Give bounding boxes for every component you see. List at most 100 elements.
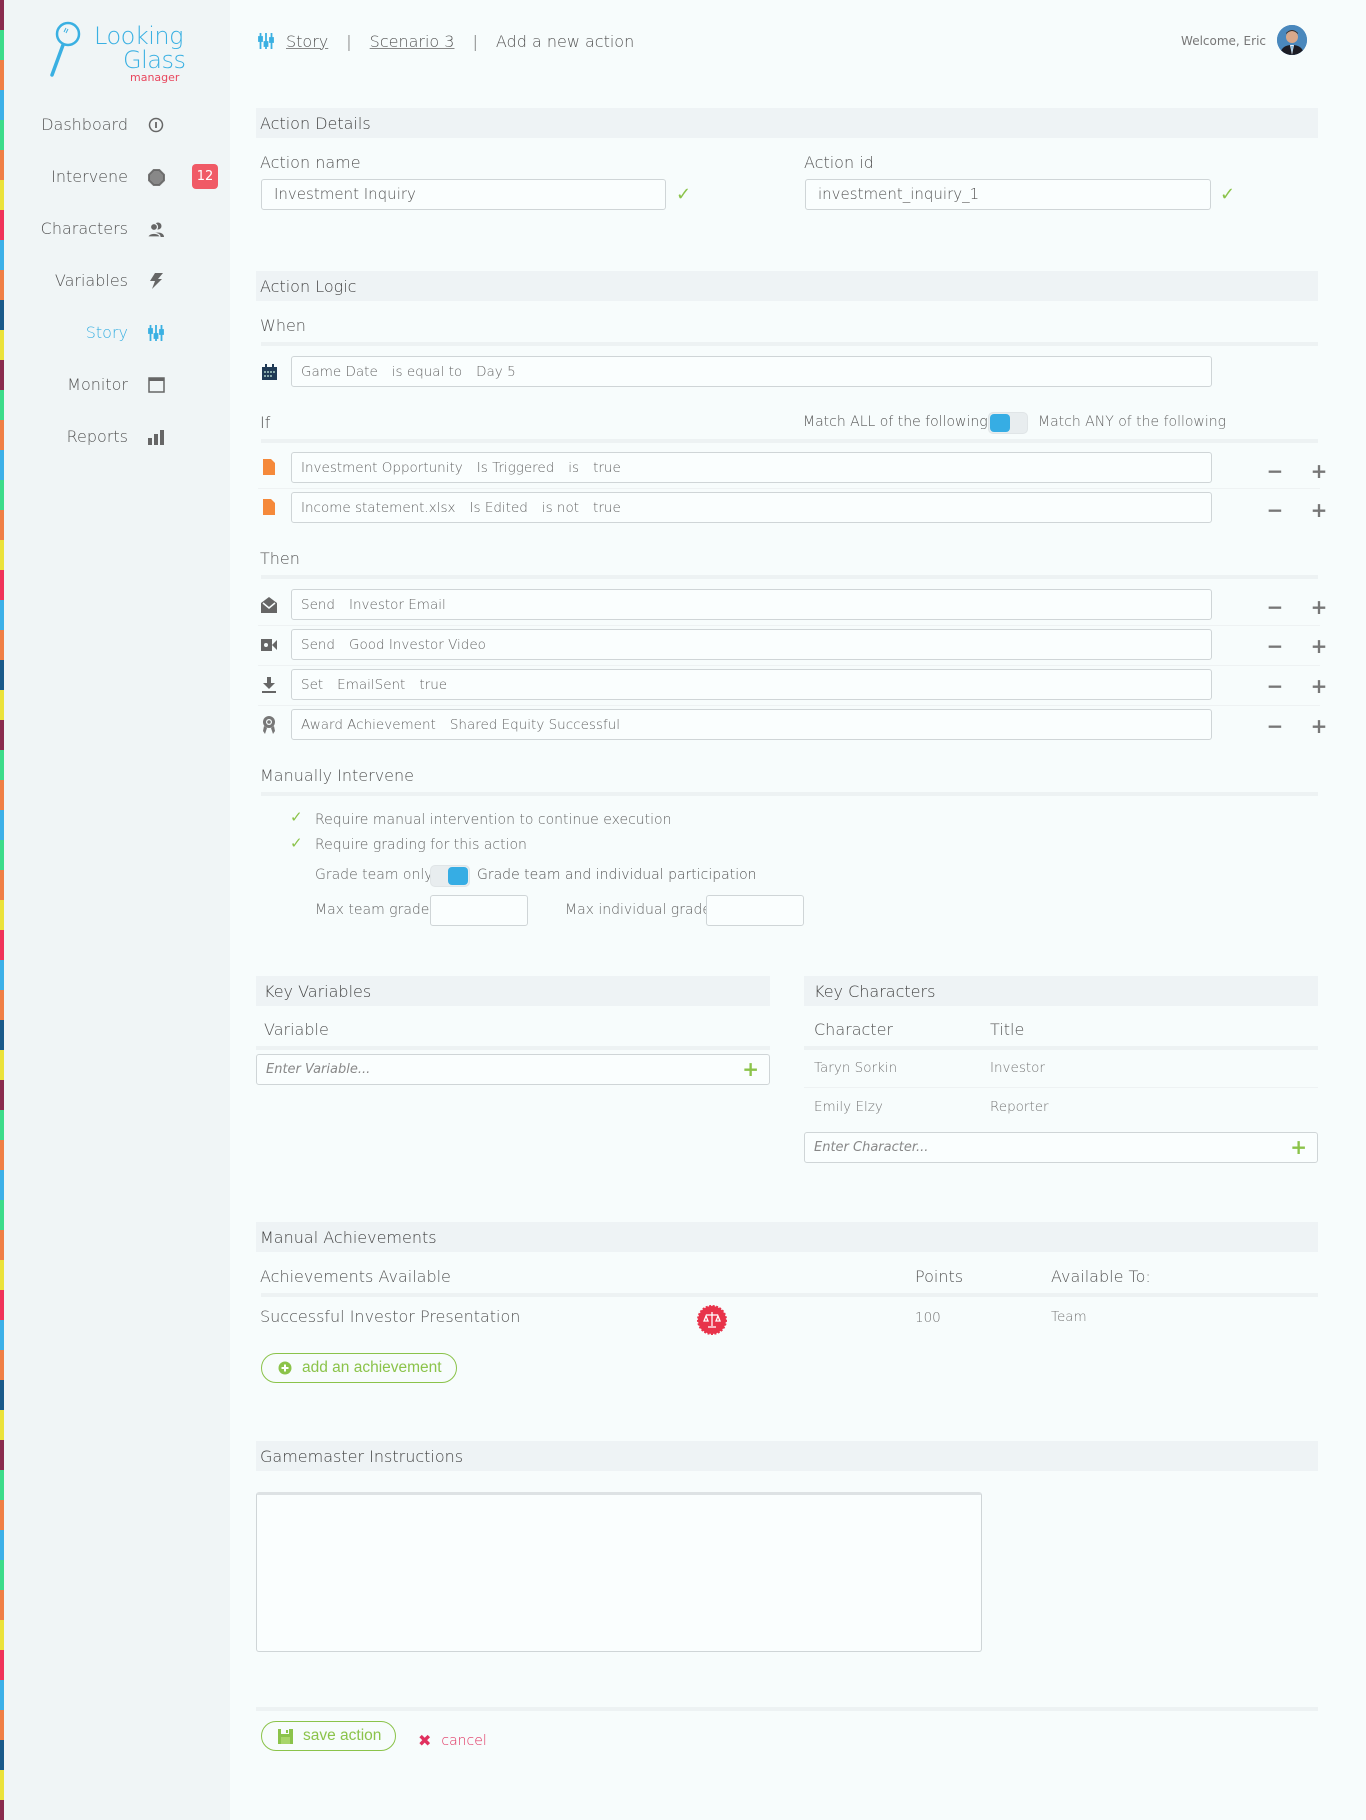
- grade-team-individual-label: Grade team and individual participation: [477, 867, 757, 883]
- max-individual-grade-label: Max individual grade: [565, 902, 712, 918]
- grade-mode-toggle[interactable]: [430, 865, 470, 887]
- lightning-bolt-icon: [146, 271, 166, 291]
- action-verb: Award Achievement: [301, 717, 436, 733]
- then-action-field[interactable]: Send Good Investor Video: [291, 629, 1212, 660]
- action-name-label: Action name: [260, 153, 361, 172]
- then-label: Then: [260, 549, 300, 568]
- add-row-icon[interactable]: +: [1310, 636, 1328, 656]
- require-grading-option[interactable]: Require grading for this action: [315, 837, 527, 853]
- breadcrumb-separator: |: [472, 31, 478, 51]
- gamemaster-instructions-textarea[interactable]: [256, 1492, 982, 1652]
- max-team-grade-input[interactable]: [430, 895, 528, 926]
- valid-check-icon: ✓: [676, 184, 692, 205]
- character-name: Taryn Sorkin: [814, 1060, 898, 1076]
- sidebar-item-monitor[interactable]: Monitor: [4, 370, 230, 400]
- valid-check-icon: ✓: [1220, 184, 1236, 205]
- achievement-available-to: Team: [1051, 1309, 1087, 1325]
- add-achievement-button[interactable]: add an achievement: [261, 1353, 457, 1383]
- sidebar-item-story[interactable]: Story: [4, 318, 230, 348]
- breadcrumb-story-link[interactable]: Story: [286, 32, 328, 51]
- if-condition-field[interactable]: Income statement.xlsx Is Edited is not true: [291, 492, 1212, 523]
- remove-row-icon[interactable]: −: [1266, 716, 1284, 736]
- download-icon: [260, 676, 278, 694]
- variable-column-header: Variable: [264, 1020, 329, 1039]
- section-header-action-logic: Action Logic: [256, 271, 1318, 301]
- add-character-icon[interactable]: +: [1290, 1137, 1307, 1157]
- condition-value: true: [593, 500, 621, 516]
- action-name-input[interactable]: Investment Inquiry: [261, 179, 666, 210]
- remove-row-icon[interactable]: −: [1266, 676, 1284, 696]
- action-id-input[interactable]: investment_inquiry_1: [805, 179, 1211, 210]
- sidebar-item-label: Dashboard: [41, 115, 128, 134]
- divider: [261, 792, 1318, 796]
- then-action-field[interactable]: Award Achievement Shared Equity Successfu…: [291, 709, 1212, 740]
- add-row-icon[interactable]: +: [1310, 461, 1328, 481]
- avatar[interactable]: [1277, 25, 1307, 55]
- if-condition-field[interactable]: Investment Opportunity Is Triggered is true: [291, 452, 1212, 483]
- action-verb: Set: [301, 677, 324, 693]
- remove-row-icon[interactable]: −: [1266, 461, 1284, 481]
- character-name: Emily Elzy: [814, 1099, 883, 1115]
- require-intervention-option[interactable]: Require manual intervention to continue …: [315, 812, 671, 828]
- checkbox-checked-icon[interactable]: ✓: [290, 808, 303, 826]
- save-action-button[interactable]: save action: [261, 1721, 397, 1751]
- bar-chart-icon: [146, 427, 166, 447]
- sidebar-item-intervene[interactable]: Intervene 12: [4, 162, 230, 192]
- achievement-points: 100: [915, 1310, 941, 1326]
- breadcrumb-scenario-link[interactable]: Scenario 3: [370, 32, 455, 51]
- breadcrumb-current: Add a new action: [495, 31, 635, 51]
- sidebar-item-dashboard[interactable]: Dashboard: [4, 110, 230, 140]
- toggle-knob: [448, 867, 468, 885]
- condition-event: Is Edited: [469, 500, 528, 516]
- remove-row-icon[interactable]: −: [1266, 500, 1284, 520]
- sidebar-item-variables[interactable]: Variables: [4, 266, 230, 296]
- plus-circle-icon: [278, 1361, 292, 1375]
- add-achievement-label: add an achievement: [302, 1359, 442, 1376]
- action-target: EmailSent: [337, 677, 406, 693]
- match-mode-toggle[interactable]: [988, 412, 1028, 434]
- condition-event: Is Triggered: [476, 460, 555, 476]
- add-row-icon[interactable]: +: [1310, 500, 1328, 520]
- sidebar-item-reports[interactable]: Reports: [4, 422, 230, 452]
- max-individual-grade-input[interactable]: [706, 895, 804, 926]
- add-row-icon[interactable]: +: [1310, 676, 1328, 696]
- divider: [258, 665, 1320, 666]
- file-icon: [260, 498, 278, 516]
- divider: [258, 625, 1320, 626]
- section-header-action-details: Action Details: [256, 108, 1318, 138]
- video-camera-icon: [260, 636, 278, 654]
- cancel-link[interactable]: ✖ cancel: [418, 1731, 487, 1750]
- breadcrumb: Story | Scenario 3 | Add a new action: [258, 30, 634, 52]
- if-label: If: [260, 413, 271, 432]
- points-column-header: Points: [915, 1267, 964, 1286]
- character-title: Investor: [990, 1060, 1045, 1076]
- sidebar-item-label: Monitor: [67, 375, 128, 394]
- add-variable-icon[interactable]: +: [742, 1059, 759, 1079]
- add-row-icon[interactable]: +: [1310, 716, 1328, 736]
- remove-row-icon[interactable]: −: [1266, 636, 1284, 656]
- character-input[interactable]: Enter Character... +: [804, 1132, 1318, 1163]
- action-verb: Send: [301, 597, 336, 613]
- when-label: When: [260, 316, 306, 335]
- remove-row-icon[interactable]: −: [1266, 597, 1284, 617]
- logo[interactable]: Looking Glass manager: [46, 20, 186, 84]
- add-row-icon[interactable]: +: [1310, 597, 1328, 617]
- file-icon: [260, 458, 278, 476]
- grade-team-only-label: Grade team only: [315, 867, 433, 883]
- then-action-field[interactable]: Set EmailSent true: [291, 669, 1212, 700]
- section-header-key-characters: Key Characters: [804, 976, 1318, 1006]
- achievement-name: Successful Investor Presentation: [260, 1307, 521, 1326]
- character-title: Reporter: [990, 1099, 1049, 1115]
- calendar-icon: [260, 363, 278, 381]
- breadcrumb-separator: |: [346, 31, 352, 51]
- checkbox-checked-icon[interactable]: ✓: [290, 834, 303, 852]
- sidebar-item-label: Variables: [54, 271, 128, 290]
- action-target: Good Investor Video: [349, 637, 486, 653]
- then-action-field[interactable]: Send Investor Email: [291, 589, 1212, 620]
- when-condition-field[interactable]: Game Date is equal to Day 5: [291, 356, 1212, 387]
- sidebar-item-characters[interactable]: Characters: [4, 214, 230, 244]
- logo-text-looking: Looking: [94, 22, 184, 50]
- variable-input[interactable]: Enter Variable... +: [256, 1054, 770, 1085]
- condition-value: true: [593, 460, 621, 476]
- logo-text-glass: Glass: [123, 46, 186, 74]
